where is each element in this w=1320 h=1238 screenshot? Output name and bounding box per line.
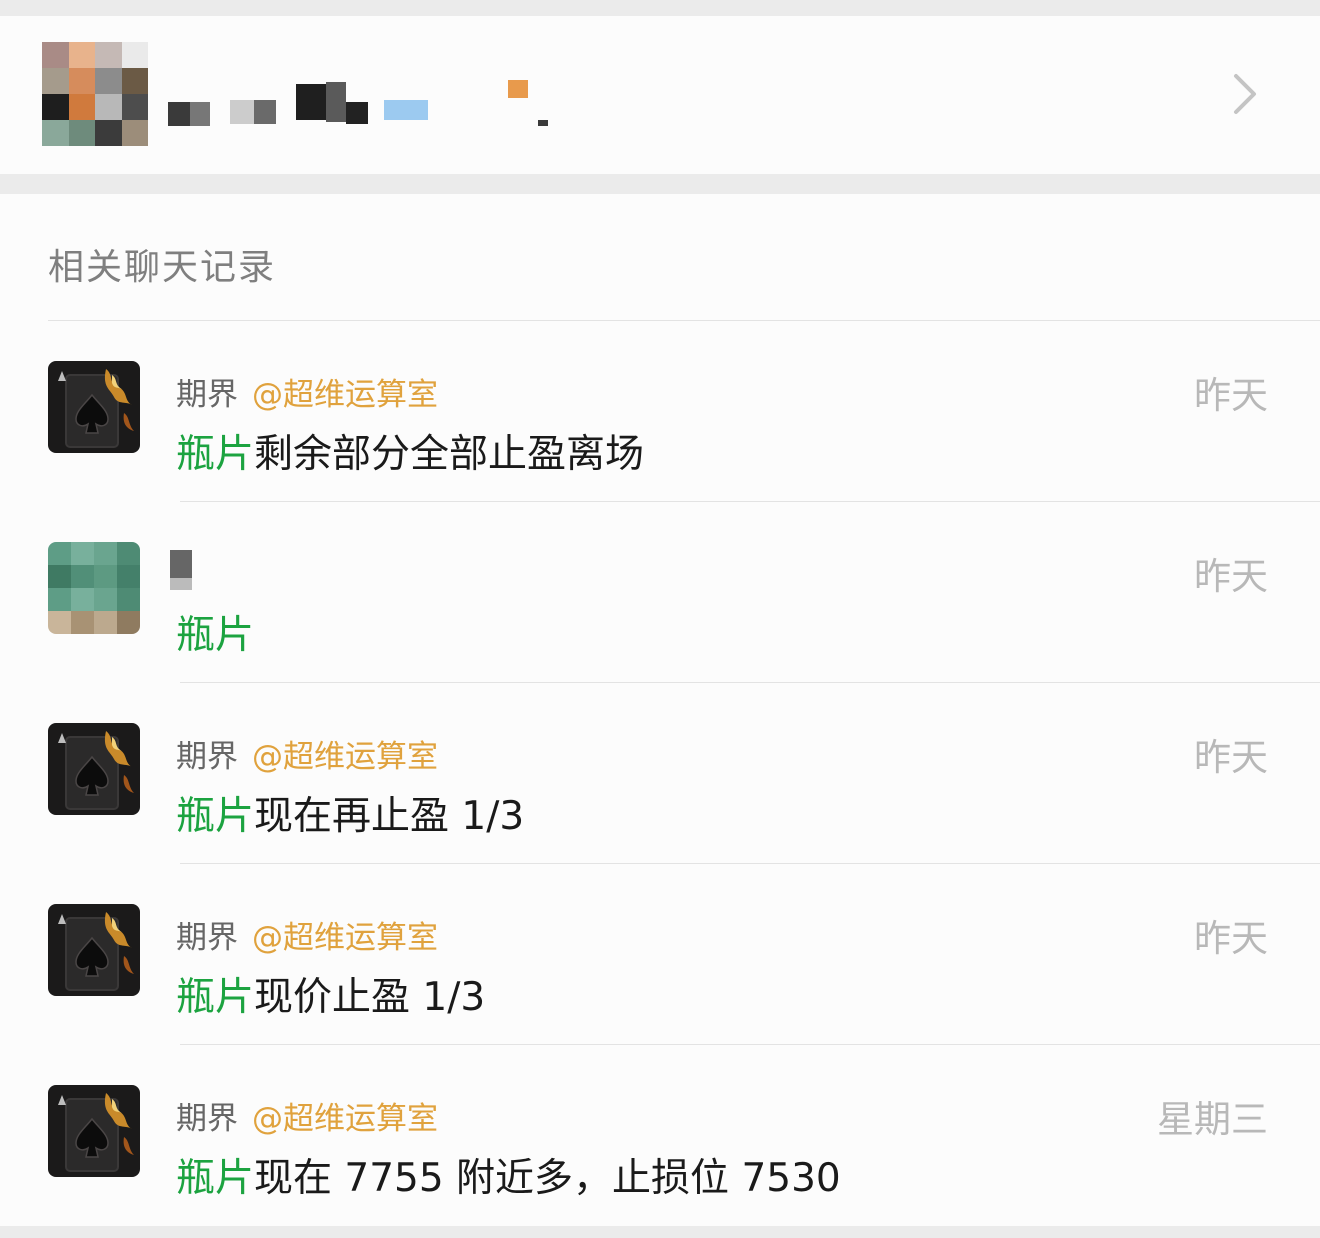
sender-name: 期界 (176, 1101, 238, 1137)
avatar (48, 542, 140, 634)
highlighted-keyword: 瓶片 (176, 613, 255, 658)
avatar-pixel (121, 68, 148, 94)
avatar-pixel (95, 68, 122, 94)
name-pixel (296, 84, 326, 120)
avatar (48, 904, 140, 996)
mention-tag: @超维运算室 (252, 739, 438, 775)
avatar (48, 361, 140, 453)
highlighted-keyword: 瓶片 (176, 1156, 255, 1201)
sender-line: 期界 @超维运算室 (176, 369, 438, 414)
sender-line (170, 550, 192, 590)
avatar-pixel (121, 120, 148, 146)
timestamp: 昨天 (1194, 736, 1268, 779)
name-pixel (508, 80, 528, 98)
sender-line: 期界 @超维运算室 (176, 912, 438, 957)
group-chat-entry[interactable] (0, 16, 1320, 174)
avatar (48, 1085, 140, 1177)
avatar-pixel (95, 120, 122, 146)
avatar-pixel (121, 94, 148, 120)
spade-ace-avatar-icon (48, 904, 140, 996)
spade-ace-avatar-icon (48, 1085, 140, 1177)
top-strip (0, 0, 1320, 16)
spade-ace-avatar-icon (48, 723, 140, 815)
highlighted-keyword: 瓶片 (176, 794, 255, 839)
mention-tag: @超维运算室 (252, 377, 438, 413)
message-text: 瓶片现价止盈 1/3 (176, 966, 485, 1022)
mention-tag: @超维运算室 (252, 1101, 438, 1137)
group-name-pixelated (168, 64, 568, 126)
avatar-pixel (68, 94, 95, 120)
name-pixel (254, 100, 276, 124)
avatar-pixel (68, 68, 95, 94)
avatar-pixel (42, 120, 69, 146)
chevron-right-icon (1234, 74, 1256, 114)
avatar-pixel (68, 42, 95, 68)
pixelated-avatar-icon (48, 542, 140, 634)
timestamp: 星期三 (1157, 1098, 1268, 1141)
highlighted-keyword: 瓶片 (176, 432, 255, 477)
name-pixel (384, 100, 428, 120)
avatar-pixel (42, 42, 69, 68)
message-body: 现在再止盈 1/3 (254, 794, 525, 839)
message-body: 现价止盈 1/3 (254, 975, 486, 1020)
chat-record-row[interactable]: 期界 @超维运算室瓶片现在 7755 附近多，止损位 7530 星期三 (0, 1045, 1320, 1226)
avatar (48, 723, 140, 815)
sender-line: 期界 @超维运算室 (176, 731, 438, 776)
avatar-pixel (95, 42, 122, 68)
avatar-pixel (42, 94, 69, 120)
bottom-strip (0, 1226, 1320, 1238)
timestamp: 昨天 (1194, 374, 1268, 417)
timestamp: 昨天 (1194, 555, 1268, 598)
name-pixel (230, 100, 254, 124)
message-text: 瓶片 (176, 604, 254, 660)
avatar-pixel (95, 94, 122, 120)
section-gap (0, 174, 1320, 194)
timestamp: 昨天 (1194, 917, 1268, 960)
message-text: 瓶片现在再止盈 1/3 (176, 785, 524, 841)
name-pixel (190, 102, 210, 126)
name-pixel (168, 102, 190, 126)
avatar-pixel (121, 42, 148, 68)
chat-record-row[interactable]: 期界 @超维运算室瓶片现在再止盈 1/3 昨天 (0, 683, 1320, 864)
sender-name: 期界 (176, 920, 238, 956)
section-title: 相关聊天记录 (48, 247, 277, 288)
related-chat-records: 相关聊天记录 期界 @超维运算室 瓶片剩余部分全部止盈离场 昨天 瓶片 昨天 期界 @超维运算… (0, 194, 1320, 1226)
avatar-pixel (68, 120, 95, 146)
sender-name: 期界 (176, 377, 238, 413)
chat-record-row[interactable]: 期界 @超维运算室瓶片剩余部分全部止盈离场 昨天 (0, 321, 1320, 502)
name-pixel (326, 82, 346, 122)
avatar-pixel (42, 68, 69, 94)
sender-name-pixelated (170, 550, 192, 590)
chat-record-row[interactable]: 瓶片 昨天 (0, 502, 1320, 683)
message-text: 瓶片剩余部分全部止盈离场 (176, 423, 644, 479)
sender-name: 期界 (176, 739, 238, 775)
name-pixel (538, 120, 548, 126)
message-text: 瓶片现在 7755 附近多，止损位 7530 (176, 1147, 841, 1203)
highlighted-keyword: 瓶片 (176, 975, 255, 1020)
name-pixel (346, 102, 368, 124)
message-body: 现在 7755 附近多，止损位 7530 (254, 1156, 841, 1201)
spade-ace-avatar-icon (48, 361, 140, 453)
message-body: 剩余部分全部止盈离场 (254, 432, 645, 477)
sender-line: 期界 @超维运算室 (176, 1093, 438, 1138)
chat-record-row[interactable]: 期界 @超维运算室瓶片现价止盈 1/3 昨天 (0, 864, 1320, 1045)
mention-tag: @超维运算室 (252, 920, 438, 956)
group-avatar (42, 42, 148, 146)
